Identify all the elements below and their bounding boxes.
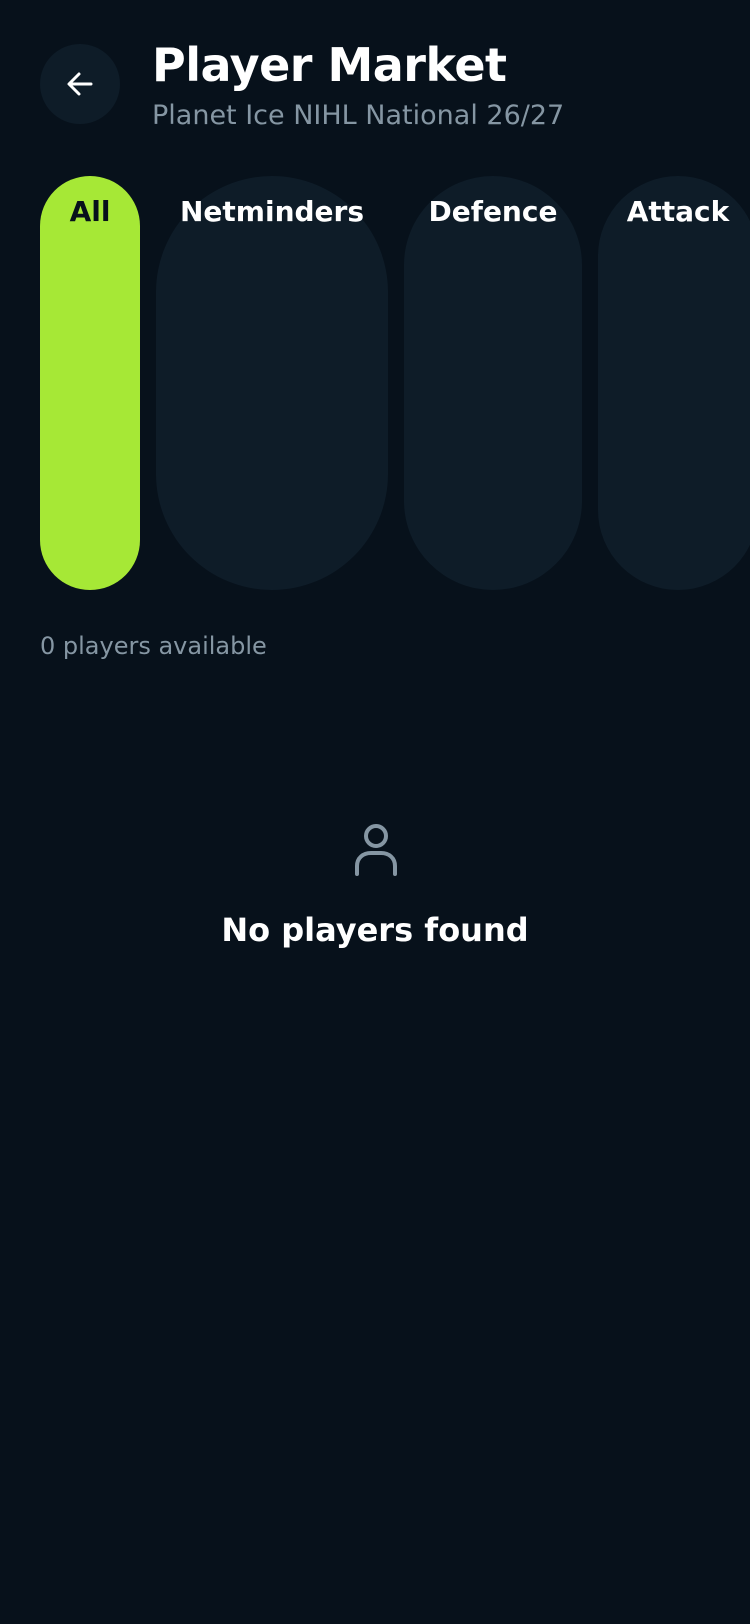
page-subtitle: Planet Ice NIHL National 26/27 (152, 100, 565, 131)
arrow-left-icon (67, 72, 93, 96)
empty-state-title: No players found (221, 911, 529, 949)
filter-netminders[interactable]: Netminders (156, 176, 388, 590)
filter-attack[interactable]: Attack (598, 176, 750, 590)
filter-all[interactable]: All (40, 176, 140, 590)
players-available-count: 0 players available (40, 632, 267, 660)
user-icon (355, 824, 397, 876)
filter-defence[interactable]: Defence (404, 176, 582, 590)
page-title: Player Market (152, 38, 507, 92)
back-button[interactable] (40, 44, 120, 124)
position-filter-tabs: All Netminders Defence Attack (0, 176, 750, 590)
player-market-screen: Player Market Planet Ice NIHL National 2… (0, 0, 750, 1624)
